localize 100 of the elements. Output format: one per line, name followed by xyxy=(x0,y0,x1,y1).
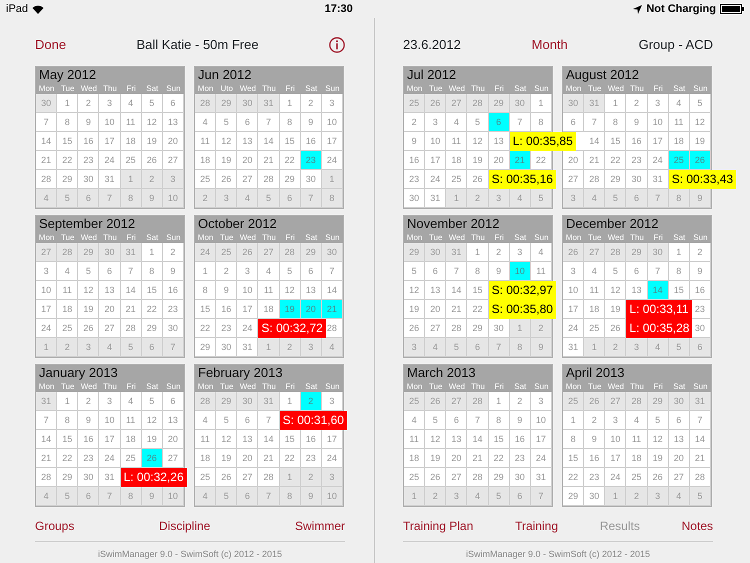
day-cell[interactable]: 24 xyxy=(425,170,446,189)
day-cell[interactable]: 4 xyxy=(36,189,58,208)
day-cell[interactable]: 17 xyxy=(425,151,446,170)
day-cell[interactable]: 25 xyxy=(404,392,426,411)
day-cell[interactable]: 14 xyxy=(120,281,142,300)
day-cell[interactable]: 2 xyxy=(162,243,184,262)
day-cell[interactable]: 29 xyxy=(467,319,489,338)
day-cell[interactable]: 20 xyxy=(237,151,258,170)
day-cell[interactable]: 11 xyxy=(120,113,142,132)
day-cell[interactable]: 30 xyxy=(216,338,238,357)
day-cell[interactable]: 31 xyxy=(530,468,552,487)
day-cell[interactable]: 7 xyxy=(258,411,280,430)
day-cell[interactable]: 6 xyxy=(237,411,258,430)
day-cell[interactable]: 11 xyxy=(446,132,468,151)
day-cell[interactable]: 7 xyxy=(300,189,322,208)
day-cell[interactable]: 31 xyxy=(258,94,280,113)
day-cell[interactable]: 17 xyxy=(563,300,584,319)
day-cell[interactable]: 24 xyxy=(322,151,343,170)
day-cell[interactable]: 31 xyxy=(120,243,142,262)
day-cell[interactable]: 30 xyxy=(322,243,343,262)
day-cell[interactable]: 26 xyxy=(605,319,626,338)
day-cell[interactable]: 28 xyxy=(467,94,489,113)
day-cell[interactable]: 26 xyxy=(216,468,238,487)
day-cell[interactable]: 30 xyxy=(36,94,58,113)
day-cell[interactable]: 26 xyxy=(425,468,446,487)
day-cell[interactable]: 4 xyxy=(57,262,78,281)
day-cell[interactable]: 4 xyxy=(668,487,690,506)
day-cell[interactable]: 2 xyxy=(78,94,100,113)
day-cell[interactable]: 15 xyxy=(668,281,690,300)
day-cell[interactable]: 8 xyxy=(605,113,626,132)
day-cell[interactable]: 7 xyxy=(648,189,669,208)
day-cell[interactable]: 6 xyxy=(488,113,510,132)
day-cell[interactable]: 22 xyxy=(57,151,78,170)
day-cell[interactable]: 16 xyxy=(300,132,322,151)
day-cell[interactable]: 8 xyxy=(668,189,690,208)
day-cell[interactable]: 2 xyxy=(57,338,78,357)
day-cell[interactable]: 22 xyxy=(530,151,552,170)
toolbar-button[interactable]: Training Plan xyxy=(403,517,474,535)
day-cell[interactable]: 20 xyxy=(425,300,446,319)
day-cell[interactable]: 10 xyxy=(425,132,446,151)
day-cell[interactable]: 12 xyxy=(404,281,426,300)
day-cell[interactable]: 25 xyxy=(404,94,426,113)
day-cell[interactable]: 3 xyxy=(322,94,343,113)
day-cell[interactable]: 28 xyxy=(690,468,711,487)
day-cell[interactable]: 11 xyxy=(668,113,690,132)
day-cell[interactable]: 26 xyxy=(425,94,446,113)
day-cell[interactable]: 30 xyxy=(78,170,100,189)
day-cell[interactable]: 2 xyxy=(300,392,322,411)
day-cell[interactable]: 27 xyxy=(563,170,584,189)
day-cell[interactable]: 24 xyxy=(648,151,669,170)
day-cell[interactable]: 7 xyxy=(690,411,711,430)
day-cell[interactable]: 15 xyxy=(280,430,301,449)
day-cell[interactable]: 14 xyxy=(648,281,669,300)
day-cell[interactable]: 1 xyxy=(280,94,301,113)
day-cell[interactable]: 1 xyxy=(404,487,426,506)
day-cell[interactable]: 31 xyxy=(99,170,121,189)
day-cell[interactable]: 11 xyxy=(195,132,216,151)
day-cell[interactable]: 29 xyxy=(216,94,238,113)
day-cell[interactable]: 25 xyxy=(584,319,606,338)
day-cell[interactable]: 31 xyxy=(99,468,121,487)
day-cell[interactable]: 5 xyxy=(605,189,626,208)
day-cell[interactable]: 4 xyxy=(36,487,58,506)
day-cell[interactable]: 19 xyxy=(467,151,489,170)
day-cell[interactable]: 3 xyxy=(510,243,531,262)
day-cell[interactable]: 8 xyxy=(322,189,343,208)
day-cell[interactable]: 2 xyxy=(142,170,163,189)
day-cell[interactable]: 3 xyxy=(300,338,322,357)
day-cell[interactable]: 25 xyxy=(216,243,238,262)
day-cell[interactable]: 31 xyxy=(563,338,584,357)
day-cell[interactable]: 1 xyxy=(258,338,280,357)
day-cell[interactable]: 29 xyxy=(648,392,669,411)
day-cell[interactable]: 7 xyxy=(446,262,468,281)
day-cell[interactable]: 12 xyxy=(142,113,163,132)
day-cell[interactable]: 25 xyxy=(120,449,142,468)
day-cell[interactable]: 1 xyxy=(605,487,626,506)
day-cell[interactable]: 9 xyxy=(162,262,184,281)
day-cell[interactable]: 23 xyxy=(300,151,322,170)
day-cell[interactable]: 11 xyxy=(120,411,142,430)
day-cell[interactable]: 1 xyxy=(142,243,163,262)
day-cell[interactable]: 21 xyxy=(36,151,58,170)
day-cell[interactable]: 8 xyxy=(142,262,163,281)
day-cell[interactable]: 26 xyxy=(584,392,606,411)
day-cell[interactable]: 30 xyxy=(78,468,100,487)
day-cell[interactable]: 21 xyxy=(36,449,58,468)
day-cell[interactable]: 9 xyxy=(510,411,531,430)
day-cell[interactable]: 13 xyxy=(425,281,446,300)
day-cell[interactable]: 23 xyxy=(510,449,531,468)
day-cell[interactable]: 1 xyxy=(57,94,78,113)
day-cell[interactable]: 22 xyxy=(488,449,510,468)
day-cell[interactable]: 25 xyxy=(668,151,690,170)
info-icon[interactable] xyxy=(329,37,345,53)
done-link[interactable]: Done xyxy=(35,35,66,55)
day-cell[interactable]: 1 xyxy=(467,243,489,262)
day-cell[interactable]: 23 xyxy=(216,319,238,338)
day-cell[interactable]: 29 xyxy=(195,338,216,357)
day-cell[interactable]: 30 xyxy=(563,94,584,113)
day-cell[interactable]: 17 xyxy=(322,430,343,449)
day-cell[interactable]: 3 xyxy=(446,487,468,506)
day-cell[interactable]: 29 xyxy=(57,170,78,189)
day-cell[interactable]: 24 xyxy=(237,319,258,338)
